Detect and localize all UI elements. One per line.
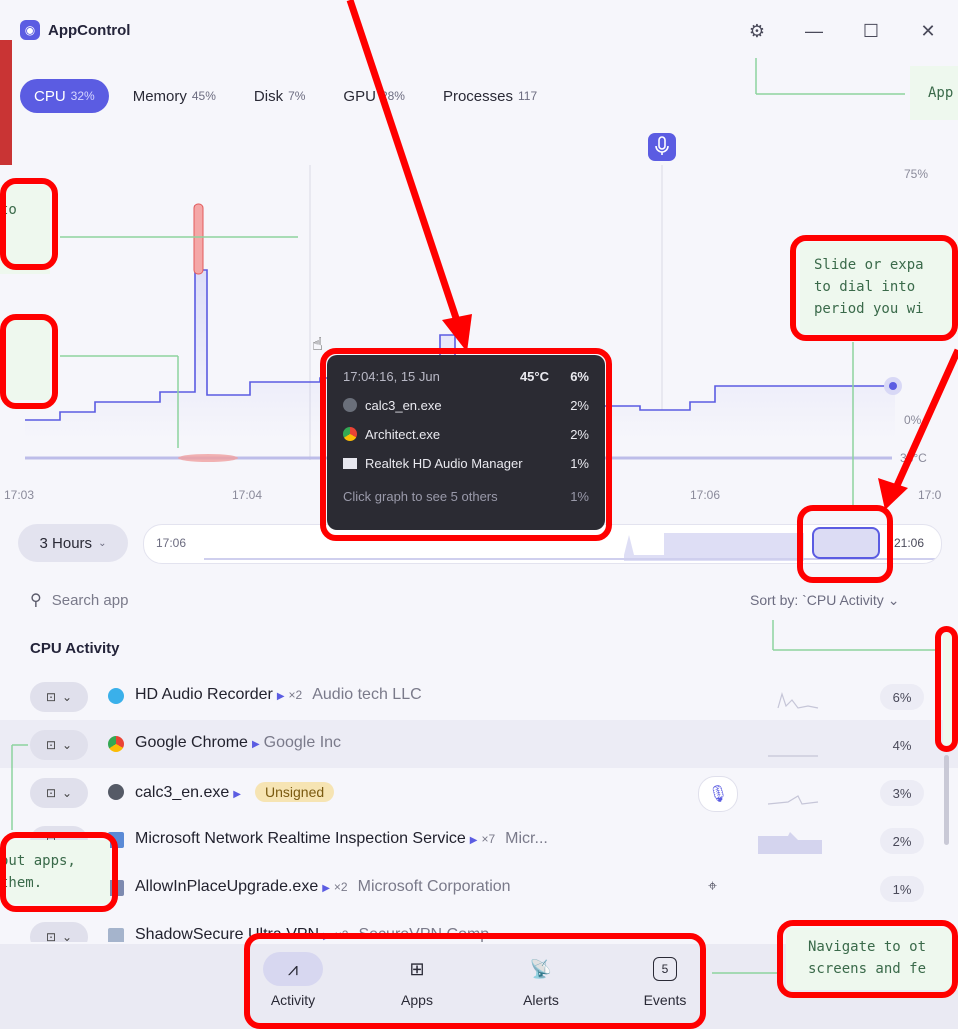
- list-item[interactable]: ⊡⌄ AllowInPlaceUpgrade.exe▶×2Microsoft C…: [0, 864, 958, 912]
- temperature-hot-segment: [178, 454, 238, 462]
- activity-sparkline: [768, 755, 818, 757]
- close-button[interactable]: ✕: [913, 16, 943, 46]
- annotation-box: [244, 933, 706, 1029]
- chevron-down-icon: ⌄: [98, 537, 107, 549]
- chrome-icon: [108, 736, 124, 752]
- x-label-3: 17:06: [690, 488, 721, 502]
- tab-memory[interactable]: Memory 45%: [119, 79, 230, 113]
- metric-tabs: CPU 32% Memory 45% Disk 7% GPU 28% Processes…: [20, 79, 551, 113]
- tab-disk[interactable]: Disk 7%: [240, 79, 320, 113]
- time-range-dropdown[interactable]: 3 Hours ⌄: [18, 524, 128, 562]
- chevron-down-icon: ⌄: [62, 786, 73, 800]
- control-icon: ⊡: [45, 786, 56, 800]
- sort-dropdown[interactable]: Sort by: `CPU Activity ⌄: [750, 592, 899, 609]
- settings-gear-icon[interactable]: ⚙: [742, 16, 772, 46]
- app-control-toggle[interactable]: ⊡⌄: [30, 682, 88, 712]
- annotation-box: [320, 348, 612, 541]
- hand-cursor-icon: ☝: [312, 334, 323, 355]
- annotation-box: [935, 626, 958, 752]
- app-control-toggle[interactable]: ⊡⌄: [30, 922, 88, 942]
- activity-sparkline: [777, 691, 819, 709]
- cpu-percent: 4%: [880, 732, 924, 758]
- y-label-temp: 38°C: [900, 451, 927, 465]
- list-scrollbar[interactable]: [944, 755, 949, 845]
- list-item[interactable]: ⊡ ⌄ calc3_en.exe ▶ Unsigned 🎙 3%: [0, 768, 958, 816]
- section-title: CPU Activity: [30, 640, 120, 657]
- list-item[interactable]: ⊡ ⌄ Google Chrome ▶ Google Inc 4%: [0, 720, 958, 768]
- tab-gpu[interactable]: GPU 28%: [329, 79, 419, 113]
- calculator-app-icon: [108, 784, 124, 800]
- control-icon: ⊡: [45, 738, 56, 752]
- maximize-button[interactable]: ☐: [856, 16, 886, 46]
- activity-sparkline: [758, 832, 822, 854]
- search-input[interactable]: Search app: [52, 592, 129, 609]
- tab-cpu[interactable]: CPU 32%: [20, 79, 109, 113]
- cpu-percent: 3%: [880, 780, 924, 806]
- search-icon: ⚲: [30, 592, 42, 609]
- chevron-down-icon: ⌄: [62, 690, 73, 704]
- app-list: ⊡ ⌄ HD Audio Recorder ▶ ×2 Audio tech LLC 6%…: [0, 672, 958, 942]
- x-label-2: 17:04: [232, 488, 263, 502]
- minimize-button[interactable]: —: [799, 16, 829, 46]
- chevron-down-icon: ⌄: [62, 930, 73, 942]
- y-label-top: 75%: [904, 167, 929, 181]
- activity-sparkline: [767, 795, 819, 805]
- scrubber-end-time: 21:06: [894, 536, 925, 550]
- tab-processes[interactable]: Processes 117: [429, 79, 551, 113]
- cropped-red-panel: [0, 40, 12, 165]
- app-name: Google Chrome ▶ Google Inc: [135, 734, 342, 751]
- microphone-usage-icon[interactable]: 🎙: [698, 776, 738, 812]
- current-point: [889, 382, 897, 390]
- app-control-toggle[interactable]: ⊡⌄: [30, 730, 88, 760]
- chevron-down-icon: ⌄: [883, 592, 900, 608]
- app-name: Microsoft Network Realtime Inspection Se…: [135, 830, 548, 847]
- annotation-box: [0, 314, 58, 409]
- cpu-percent: 6%: [880, 684, 924, 710]
- x-label-4: 17:0: [918, 488, 942, 502]
- annotation-box: [777, 920, 958, 998]
- chevron-down-icon: ⌄: [62, 738, 73, 752]
- vpn-app-icon: [108, 928, 124, 942]
- control-icon: ⊡: [45, 690, 56, 704]
- title-bar: ◉ AppControl ⚙ — ☐ ✕: [0, 0, 958, 62]
- app-name: HD Audio Recorder ▶ ×2 Audio tech LLC: [135, 686, 422, 703]
- tutorial-note-settings: App: [910, 66, 958, 120]
- app-title: AppControl: [48, 22, 131, 39]
- unsigned-badge: Unsigned: [255, 782, 335, 802]
- control-icon: ⊡: [45, 930, 56, 942]
- x-label-1: 17:03: [4, 488, 35, 502]
- cpu-percent: 2%: [880, 828, 924, 854]
- cpu-percent: 1%: [880, 876, 924, 902]
- annotation-box: [0, 178, 58, 270]
- audio-recorder-icon: [108, 688, 124, 704]
- app-control-toggle[interactable]: ⊡⌄: [30, 778, 88, 808]
- app-name: AllowInPlaceUpgrade.exe ▶ ×2 Microsoft Corp…: [135, 878, 511, 895]
- app-logo-icon: ◉: [20, 20, 40, 40]
- annotation-box: [0, 832, 118, 912]
- cpu-spike-highlight: [193, 203, 204, 275]
- search-app[interactable]: ⚲ Search app: [30, 590, 128, 610]
- list-item[interactable]: ⊡ ⌄ HD Audio Recorder ▶ ×2 Audio tech LLC 6%: [0, 672, 958, 720]
- annotation-box: [790, 235, 958, 341]
- location-pin-icon[interactable]: ⌖: [708, 878, 717, 896]
- list-item[interactable]: ⊡⌄ Microsoft Network Realtime Inspection…: [0, 816, 958, 864]
- app-name: calc3_en.exe ▶ Unsigned: [135, 782, 335, 802]
- y-label-bottom: 0%: [904, 413, 922, 427]
- annotation-box: [797, 505, 893, 583]
